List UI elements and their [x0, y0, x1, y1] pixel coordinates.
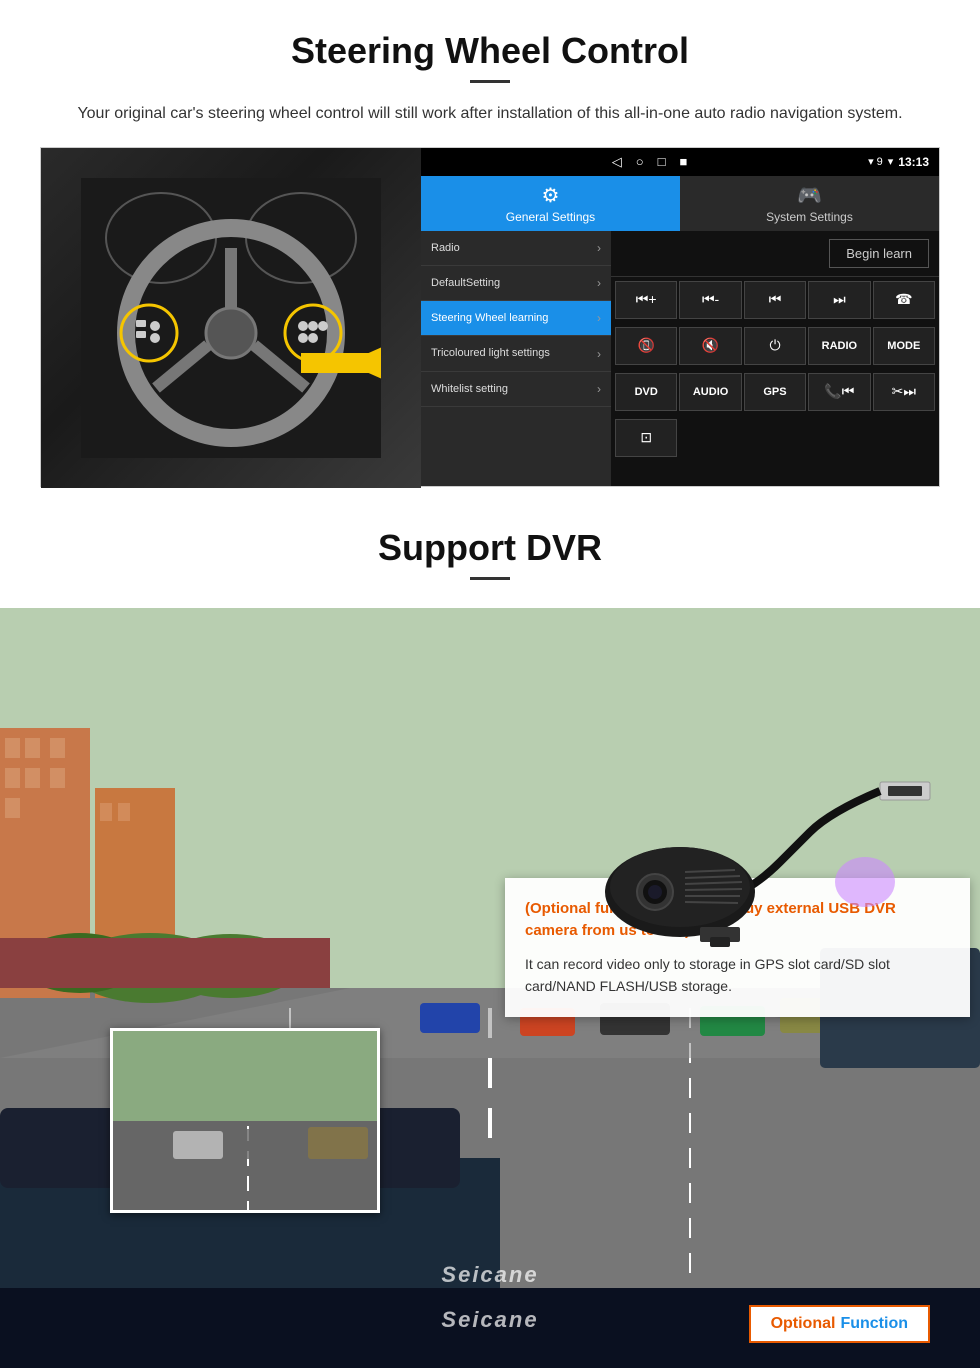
wifi-icon: ▾ — [888, 155, 894, 168]
optional-badge-optional-text: Optional — [771, 1315, 836, 1333]
ctrl-misc[interactable]: ⊡ — [615, 419, 677, 457]
ctrl-phone[interactable]: ☎ — [873, 281, 935, 319]
tab-system[interactable]: 🎮 System Settings — [680, 176, 939, 231]
menu-item-default-arrow: › — [597, 276, 601, 290]
menu-item-radio-label: Radio — [431, 241, 460, 255]
seicane-watermark-dvr: Seicane — [441, 1307, 538, 1333]
tab-general-label: General Settings — [506, 210, 595, 224]
ctrl-audio[interactable]: AUDIO — [679, 373, 741, 411]
tab-general[interactable]: ⚙ General Settings — [421, 176, 680, 231]
menu-item-whitelist-label: Whitelist setting — [431, 382, 508, 396]
begin-learn-row: Begin learn — [611, 231, 939, 277]
menu-item-whitelist[interactable]: Whitelist setting › — [421, 372, 611, 407]
menu-item-whitelist-arrow: › — [597, 382, 601, 396]
control-grid-row4: ⊡ — [611, 415, 939, 461]
android-ui: ◁ ○ □ ■ ▾ 9 ▾ 13:13 ⚙ General Settings — [421, 148, 939, 486]
ctrl-vol-down[interactable]: ⏮- — [679, 281, 741, 319]
seicane-watermark: Seicane — [441, 1262, 538, 1288]
dvr-info-card: (Optional function, require to buy exter… — [505, 878, 970, 1018]
menu-item-radio-arrow: › — [597, 241, 601, 255]
menu-item-tricoloured[interactable]: Tricoloured light settings › — [421, 336, 611, 371]
recent-icon: □ — [658, 154, 666, 170]
ctrl-mode[interactable]: MODE — [873, 327, 935, 365]
page-title: Steering Wheel Control — [40, 30, 940, 72]
title-divider — [470, 80, 510, 83]
dvr-product-image — [570, 757, 950, 957]
ctrl-phone-prev[interactable]: 📞⏮ — [808, 373, 870, 411]
dvr-section: Support DVR — [0, 497, 980, 1368]
optional-function-badge: Optional Function — [749, 1305, 930, 1343]
menu-item-tricoloured-label: Tricoloured light settings — [431, 346, 550, 360]
menu-item-steering-learning[interactable]: Steering Wheel learning › — [421, 301, 611, 336]
dvr-composite: (Optional function, require to buy exter… — [0, 608, 980, 1368]
ctrl-power[interactable]: ⏻ — [744, 327, 806, 365]
ctrl-cut-next[interactable]: ✂⏭ — [873, 373, 935, 411]
dvr-camera-svg — [580, 762, 940, 952]
ctrl-next[interactable]: ⏭ — [808, 281, 870, 319]
control-grid-row3: DVD AUDIO GPS 📞⏮ ✂⏭ — [611, 369, 939, 415]
settings-tabs[interactable]: ⚙ General Settings 🎮 System Settings — [421, 176, 939, 231]
dvr-divider — [470, 577, 510, 580]
steering-wheel-svg — [81, 178, 381, 458]
ctrl-dvd[interactable]: DVD — [615, 373, 677, 411]
status-indicators: ▾ 9 ▾ 13:13 — [868, 155, 929, 169]
dvr-header: Support DVR — [0, 497, 980, 608]
menu-item-steering-label: Steering Wheel learning — [431, 311, 548, 325]
steering-subtitle: Your original car's steering wheel contr… — [60, 101, 920, 127]
status-time: 13:13 — [898, 155, 929, 169]
menu-item-steering-arrow: › — [597, 311, 601, 325]
status-bar-nav-icons: ◁ ○ □ ■ — [431, 154, 868, 170]
control-grid-row1: ⏮+ ⏮- ⏮ ⏭ ☎ — [611, 277, 939, 323]
ctrl-vol-up[interactable]: ⏮+ — [615, 281, 677, 319]
optional-badge-function-text: Function — [840, 1315, 908, 1333]
dvr-thumbnail-screenshot — [110, 1028, 380, 1213]
status-bar: ◁ ○ □ ■ ▾ 9 ▾ 13:13 — [421, 148, 939, 176]
system-settings-icon: 🎮 — [797, 183, 822, 208]
tab-system-label: System Settings — [766, 210, 853, 224]
ctrl-mute[interactable]: 🔇 — [679, 327, 741, 365]
steering-section: Steering Wheel Control Your original car… — [0, 0, 980, 487]
menu-item-default-setting[interactable]: DefaultSetting › — [421, 266, 611, 301]
signal-icon: ▾ 9 — [868, 155, 883, 168]
ctrl-radio[interactable]: RADIO — [808, 327, 870, 365]
ctrl-gps[interactable]: GPS — [744, 373, 806, 411]
steering-composite: ◁ ○ □ ■ ▾ 9 ▾ 13:13 ⚙ General Settings — [40, 147, 940, 487]
menu-icon: ■ — [679, 154, 687, 170]
menu-item-radio[interactable]: Radio › — [421, 231, 611, 266]
steering-wheel-photo — [41, 148, 421, 488]
controls-area: Begin learn ⏮+ ⏮- ⏮ ⏭ ☎ 📵 🔇 ⏻ — [611, 231, 939, 486]
menu-item-default-label: DefaultSetting — [431, 276, 500, 290]
begin-learn-button[interactable]: Begin learn — [829, 239, 929, 268]
settings-menu-list: Radio › DefaultSetting › Steering Wheel … — [421, 231, 611, 486]
ctrl-prev[interactable]: ⏮ — [744, 281, 806, 319]
menu-item-tricoloured-arrow: › — [597, 347, 601, 361]
ctrl-end-call[interactable]: 📵 — [615, 327, 677, 365]
dvr-title: Support DVR — [40, 527, 940, 569]
home-icon: ○ — [636, 154, 644, 170]
dvr-desc-text: It can record video only to storage in G… — [525, 953, 950, 998]
general-settings-icon: ⚙ — [542, 183, 560, 208]
control-grid-row2: 📵 🔇 ⏻ RADIO MODE — [611, 323, 939, 369]
menu-controls-area: Radio › DefaultSetting › Steering Wheel … — [421, 231, 939, 486]
back-icon: ◁ — [612, 154, 622, 170]
